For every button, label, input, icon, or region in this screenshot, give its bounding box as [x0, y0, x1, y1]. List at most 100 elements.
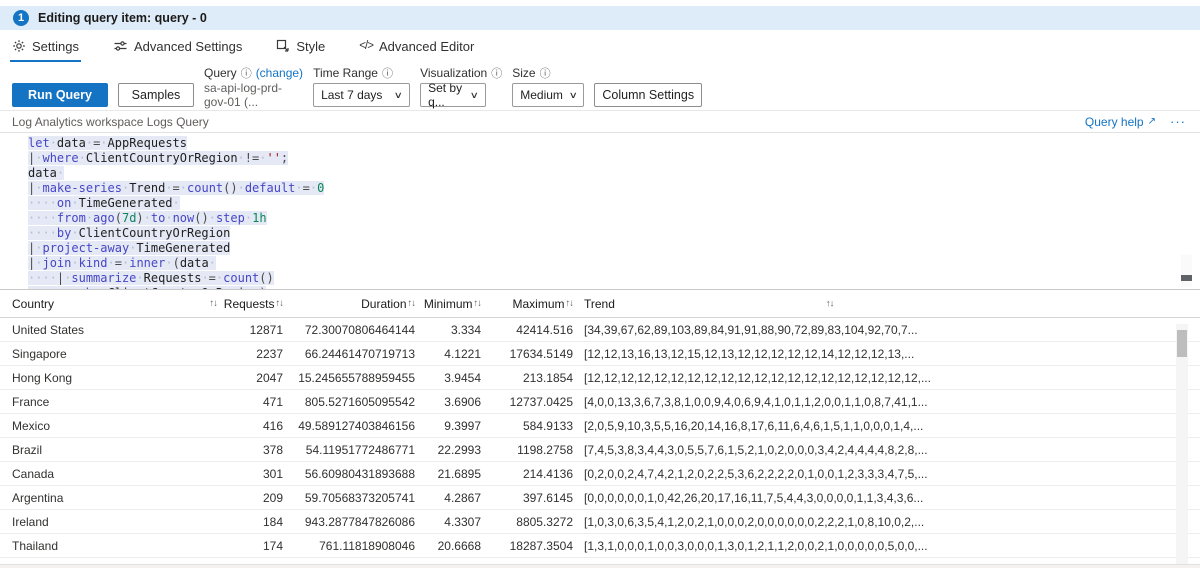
tab-advanced-settings[interactable]: Advanced Settings [111, 30, 244, 62]
sort-icon: ↑↓ [473, 298, 482, 309]
cell-maximum: 213.1854 [522, 370, 573, 385]
cell-maximum: 42414.516 [516, 322, 573, 337]
column-settings-button[interactable]: Column Settings [594, 83, 703, 107]
cell-requests: 416 [262, 418, 283, 433]
cell-duration: 66.24461470719713 [304, 346, 415, 361]
cell-country: United States [12, 322, 85, 337]
cell-minimum: 4.2867 [444, 490, 481, 505]
more-options-button[interactable]: ··· [1170, 114, 1186, 129]
sort-icon: ↑↓ [209, 298, 218, 309]
step-badge: 1 [13, 10, 29, 26]
visualization-dropdown[interactable]: Set by q... ∨ [420, 81, 487, 109]
column-header-minimum[interactable]: Minimum ↑↓ [415, 297, 482, 311]
table-row[interactable]: Ireland 184 943.2877847826086 4.3307 8805.32… [0, 510, 1200, 534]
gear-icon [12, 39, 26, 53]
samples-button[interactable]: Samples [118, 83, 194, 107]
cell-minimum: 4.3307 [444, 514, 481, 529]
info-icon: ⓘ [539, 68, 551, 80]
sort-icon: ↑↓ [826, 298, 834, 309]
table-row[interactable]: United States 12871 72.30070806464144 3.334… [0, 318, 1200, 342]
chevron-down-icon: ∨ [394, 89, 404, 100]
table-row[interactable]: Canada 301 56.60980431893688 21.6895 214.413… [0, 462, 1200, 486]
run-query-button[interactable]: Run Query [12, 83, 108, 107]
table-row[interactable]: France 471 805.5271605095542 3.6906 12737.04… [0, 390, 1200, 414]
query-item-editor: 1 Editing query item: query - 0 Settings [0, 6, 1200, 568]
table-row[interactable]: Singapore 2237 66.24461470719713 4.1221 1763… [0, 342, 1200, 366]
cell-minimum: 3.6906 [444, 394, 481, 409]
sort-icon: ↑↓ [407, 298, 416, 309]
code-scrollbar-thumb[interactable] [1181, 275, 1192, 281]
cell-requests: 209 [262, 490, 283, 505]
column-header-country[interactable]: Country ↑↓ [12, 297, 227, 311]
visualization-label: Visualization [420, 66, 488, 80]
cell-minimum: 22.2993 [437, 442, 481, 457]
size-value: Medium [520, 88, 563, 102]
cell-minimum: 21.6895 [437, 466, 481, 481]
kql-code-editor[interactable]: let·data·=·AppRequests |·where·ClientCoun… [0, 133, 1200, 290]
query-help-link[interactable]: Query help ↗ [1085, 115, 1156, 129]
table-row[interactable]: Thailand 174 761.11818908046 20.6668 18287.3… [0, 534, 1200, 558]
size-dropdown[interactable]: Medium ∨ [512, 83, 585, 107]
sort-icon: ↑↓ [275, 298, 284, 309]
cell-trend: [12,12,13,16,13,12,15,12,13,12,12,12,12,… [584, 346, 915, 361]
cell-trend: [0,2,0,0,2,4,7,4,2,1,2,0,2,2,5,3,6,2,2,2… [584, 466, 928, 481]
chevron-down-icon: ∨ [568, 89, 578, 100]
external-link-icon: ↗ [1147, 116, 1156, 127]
time-range-label: Time Range [313, 66, 378, 80]
cell-maximum: 214.4136 [522, 466, 573, 481]
tab-advanced-editor[interactable]: </> Advanced Editor [357, 30, 476, 62]
cell-trend: [34,39,67,62,89,103,89,84,91,91,88,90,72… [584, 322, 918, 337]
table-row[interactable]: Brazil 378 54.11951772486771 22.2993 1198.27… [0, 438, 1200, 462]
cell-maximum: 18287.3504 [509, 538, 573, 553]
table-row[interactable]: Argentina 209 59.70568373205741 4.2867 397.6… [0, 486, 1200, 510]
query-source-group: Query ⓘ (change) sa-api-log-prd-gov-01 (… [204, 66, 303, 109]
cell-maximum: 17634.5149 [509, 346, 573, 361]
cell-maximum: 397.6145 [522, 490, 573, 505]
cell-maximum: 12737.0425 [509, 394, 573, 409]
time-range-value: Last 7 days [321, 88, 383, 102]
cell-maximum: 8805.3272 [516, 514, 573, 529]
cell-requests: 184 [262, 514, 283, 529]
cell-trend: [1,3,1,0,0,0,1,0,0,3,0,0,0,1,3,0,1,2,1,1… [584, 538, 928, 553]
query-label: Query [204, 66, 237, 80]
column-header-duration[interactable]: Duration ↑↓ [283, 297, 416, 311]
table-scrollbar-thumb[interactable] [1177, 330, 1187, 357]
table-row[interactable]: Hong Kong 2047 15.245655788959455 3.9454 213… [0, 366, 1200, 390]
column-header-trend[interactable]: Trend ↑↓ [573, 297, 1170, 311]
tab-bar: Settings Advanced Settings Style </> Adv… [0, 30, 1200, 62]
query-section-title: Log Analytics workspace Logs Query [12, 114, 209, 129]
query-source-value: sa-api-log-prd-gov-01 (... [204, 81, 283, 109]
table-row[interactable]: Mexico 416 49.589127403846156 9.3997 584.913… [0, 414, 1200, 438]
cell-country: Brazil [12, 442, 43, 457]
visualization-value: Set by q... [428, 81, 463, 109]
cell-maximum: 1198.2758 [517, 442, 573, 457]
tab-settings[interactable]: Settings [10, 30, 81, 62]
code-content: let·data·=·AppRequests |·where·ClientCoun… [28, 136, 1200, 289]
cell-trend: [12,12,12,12,12,12,12,12,12,12,12,12,12,… [584, 370, 931, 385]
cell-trend: [7,4,5,3,8,3,4,4,3,0,5,5,7,6,1,5,2,1,0,2… [584, 442, 928, 457]
cell-trend: [4,0,0,13,3,6,7,3,8,1,0,0,9,4,0,6,9,4,1,… [584, 394, 928, 409]
query-toolbar: Run Query Samples Query ⓘ (change) sa-ap… [0, 62, 1200, 110]
cell-minimum: 9.3997 [444, 418, 481, 433]
cell-duration: 805.5271605095542 [304, 394, 415, 409]
cell-requests: 174 [262, 538, 283, 553]
code-scrollbar-track[interactable] [1181, 255, 1192, 287]
column-header-requests[interactable]: Requests ↑↓ [224, 297, 284, 311]
cell-trend: [1,0,3,0,6,3,5,4,1,2,0,2,1,0,0,0,2,0,0,0… [584, 514, 925, 529]
table-scrollbar-track[interactable] [1176, 324, 1188, 564]
cell-requests: 301 [262, 466, 283, 481]
time-range-dropdown[interactable]: Last 7 days ∨ [313, 83, 411, 107]
info-icon: ⓘ [491, 68, 503, 80]
style-icon [276, 39, 290, 53]
cell-minimum: 20.6668 [437, 538, 481, 553]
column-header-maximum[interactable]: Maximum ↑↓ [481, 297, 573, 311]
tab-settings-label: Settings [32, 38, 79, 54]
cell-country: Ireland [12, 514, 49, 529]
query-section-header: Log Analytics workspace Logs Query Query… [0, 110, 1200, 133]
tab-advanced-editor-label: Advanced Editor [378, 38, 475, 54]
change-query-link[interactable]: (change) [256, 66, 303, 80]
tab-style[interactable]: Style [274, 30, 327, 62]
cell-duration: 56.60980431893688 [304, 466, 415, 481]
cell-country: Hong Kong [12, 370, 73, 385]
table-header: Country ↑↓ Requests ↑↓ Duration ↑↓ Minim… [0, 290, 1200, 318]
